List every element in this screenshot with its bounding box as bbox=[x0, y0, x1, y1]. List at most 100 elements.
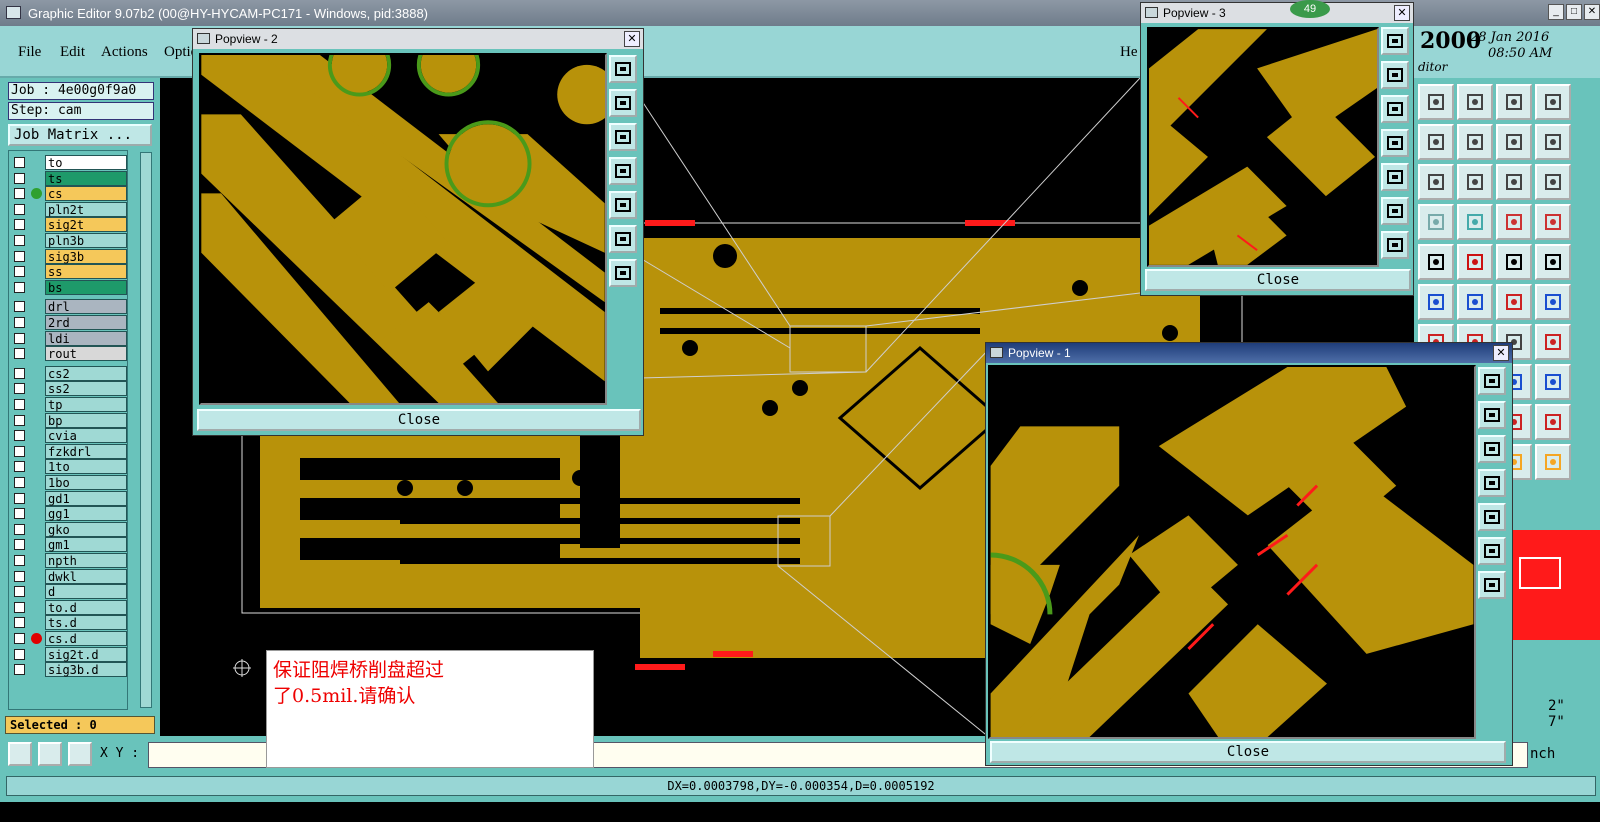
view-tool-button[interactable] bbox=[1478, 367, 1506, 395]
menu-actions[interactable]: Actions bbox=[101, 44, 148, 61]
layer-row[interactable]: fzkdrl bbox=[9, 443, 129, 459]
layer-name[interactable]: to.d bbox=[45, 599, 127, 615]
tool-button[interactable] bbox=[1535, 164, 1571, 200]
layer-row[interactable]: npth bbox=[9, 553, 129, 568]
layer-row[interactable]: to bbox=[9, 155, 129, 170]
tool-button[interactable] bbox=[1418, 244, 1454, 280]
layer-row[interactable]: ss2 bbox=[9, 381, 129, 397]
layer-row[interactable]: 2rd bbox=[9, 315, 129, 330]
layer-checkbox[interactable] bbox=[14, 648, 25, 660]
layer-checkbox[interactable] bbox=[14, 157, 25, 168]
grid-icon[interactable] bbox=[68, 742, 92, 766]
layer-row[interactable]: d bbox=[9, 584, 129, 600]
layer-row[interactable]: to.d bbox=[9, 599, 129, 615]
view-tool-button[interactable] bbox=[1381, 231, 1409, 259]
tool-button[interactable] bbox=[1418, 204, 1454, 240]
layer-checkbox[interactable] bbox=[14, 445, 25, 457]
layer-row[interactable]: pln2t bbox=[9, 201, 129, 217]
layer-name[interactable]: cs bbox=[45, 186, 127, 202]
layer-name[interactable]: cs.d bbox=[45, 631, 127, 646]
layer-checkbox[interactable] bbox=[14, 332, 25, 344]
tool-button[interactable] bbox=[1496, 164, 1532, 200]
layer-row[interactable]: gko bbox=[9, 521, 129, 537]
view-tool-button[interactable] bbox=[1478, 469, 1506, 497]
layer-row[interactable]: 1to bbox=[9, 459, 129, 475]
popview-3-canvas[interactable] bbox=[1147, 27, 1379, 267]
layer-checkbox[interactable] bbox=[14, 601, 25, 613]
layer-row[interactable]: cs bbox=[9, 186, 129, 202]
layer-name[interactable]: ts bbox=[45, 170, 127, 186]
tool-button[interactable] bbox=[1496, 84, 1532, 120]
menu-file[interactable]: File bbox=[18, 44, 41, 61]
view-tool-button[interactable] bbox=[609, 225, 637, 253]
layer-checkbox[interactable] bbox=[14, 617, 25, 629]
layer-checkbox[interactable] bbox=[14, 188, 25, 200]
layer-row[interactable]: rout bbox=[9, 346, 129, 362]
view-tool-button[interactable] bbox=[1381, 95, 1409, 123]
view-tool-button[interactable] bbox=[609, 123, 637, 151]
view-tool-button[interactable] bbox=[1381, 197, 1409, 225]
layer-row[interactable]: pln3b bbox=[9, 233, 129, 248]
tool-button[interactable] bbox=[1496, 284, 1532, 320]
close-window-button[interactable]: ✕ bbox=[1584, 4, 1600, 20]
layer-name[interactable]: sig3b.d bbox=[45, 662, 127, 678]
layer-row[interactable]: tp bbox=[9, 397, 129, 412]
tool-button[interactable] bbox=[1535, 284, 1571, 320]
view-tool-button[interactable] bbox=[1381, 27, 1409, 55]
view-tool-button[interactable] bbox=[609, 191, 637, 219]
layer-name[interactable]: gko bbox=[45, 521, 127, 537]
popview-2-titlebar[interactable]: Popview - 2 ✕ bbox=[193, 29, 643, 49]
view-tool-button[interactable] bbox=[1381, 61, 1409, 89]
tool-button[interactable] bbox=[1535, 244, 1571, 280]
tool-button[interactable] bbox=[1535, 204, 1571, 240]
popview-3-titlebar[interactable]: Popview - 3 ✕ bbox=[1141, 3, 1413, 23]
tool-button[interactable] bbox=[1496, 244, 1532, 280]
layer-row[interactable]: bp bbox=[9, 412, 129, 428]
tool-button[interactable] bbox=[1457, 284, 1493, 320]
layer-row[interactable]: cvia bbox=[9, 428, 129, 444]
layer-checkbox[interactable] bbox=[14, 250, 25, 262]
layer-name[interactable]: 1bo bbox=[45, 475, 127, 490]
layer-row[interactable]: sig2t.d bbox=[9, 646, 129, 662]
layer-name[interactable]: 2rd bbox=[45, 315, 127, 330]
tool-button[interactable] bbox=[1535, 364, 1571, 400]
layer-checkbox[interactable] bbox=[14, 203, 25, 215]
layer-checkbox[interactable] bbox=[14, 430, 25, 442]
layer-row[interactable]: ldi bbox=[9, 330, 129, 346]
layer-name[interactable]: to bbox=[45, 155, 127, 170]
layer-checkbox[interactable] bbox=[14, 461, 25, 473]
layer-name[interactable]: tp bbox=[45, 397, 127, 412]
tool-button[interactable] bbox=[1457, 84, 1493, 120]
layer-name[interactable]: ldi bbox=[45, 330, 127, 346]
layer-checkbox[interactable] bbox=[14, 367, 25, 379]
layer-checkbox[interactable] bbox=[14, 383, 25, 395]
layer-row[interactable]: cs2 bbox=[9, 365, 129, 381]
layer-name[interactable]: bs bbox=[45, 279, 127, 295]
layer-name[interactable]: 1to bbox=[45, 459, 127, 475]
layer-checkbox[interactable] bbox=[14, 219, 25, 231]
tool-button[interactable] bbox=[1535, 124, 1571, 160]
layer-checkbox[interactable] bbox=[14, 414, 25, 426]
layer-row[interactable]: sig3b.d bbox=[9, 662, 129, 678]
view-tool-button[interactable] bbox=[1478, 401, 1506, 429]
layer-checkbox[interactable] bbox=[14, 235, 25, 246]
layer-checkbox[interactable] bbox=[14, 633, 25, 644]
tool-button[interactable] bbox=[1457, 164, 1493, 200]
layer-checkbox[interactable] bbox=[14, 508, 25, 520]
layer-scrollbar[interactable] bbox=[140, 152, 152, 708]
popview-1-close-button[interactable]: Close bbox=[990, 741, 1506, 763]
tool-button[interactable] bbox=[1457, 244, 1493, 280]
layer-name[interactable]: cvia bbox=[45, 428, 127, 444]
view-tool-button[interactable] bbox=[609, 55, 637, 83]
measure-icon[interactable] bbox=[38, 742, 62, 766]
layer-row[interactable]: ss bbox=[9, 264, 129, 280]
popview-3-close-button[interactable]: Close bbox=[1145, 269, 1411, 291]
tool-button[interactable] bbox=[1418, 164, 1454, 200]
layer-name[interactable]: ss2 bbox=[45, 381, 127, 397]
tool-button[interactable] bbox=[1535, 444, 1571, 480]
layer-row[interactable]: gg1 bbox=[9, 506, 129, 522]
layer-row[interactable]: sig2t bbox=[9, 217, 129, 233]
popview-2-canvas[interactable] bbox=[199, 53, 607, 405]
layer-checkbox[interactable] bbox=[14, 586, 25, 598]
layer-name[interactable]: gd1 bbox=[45, 490, 127, 506]
